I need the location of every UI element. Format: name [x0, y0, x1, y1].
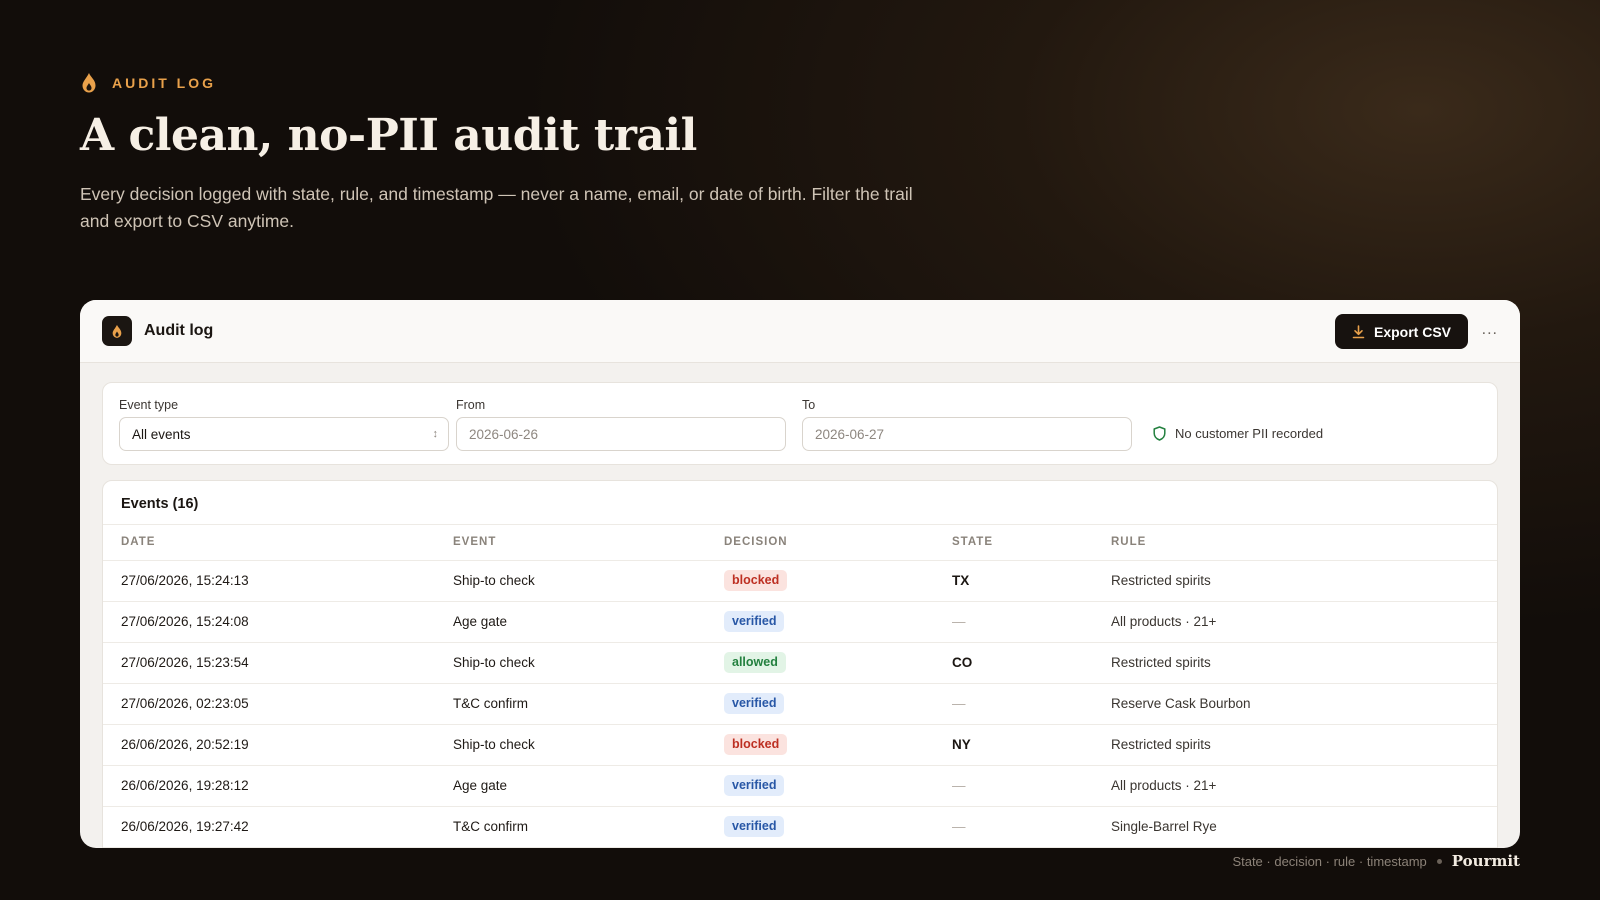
flame-icon: [82, 73, 96, 93]
cell-date: 26/06/2026, 20:52:19: [103, 724, 453, 766]
decision-badge: verified: [724, 611, 785, 632]
table-row[interactable]: 26/06/2026, 20:52:19 Ship-to check block…: [103, 724, 1497, 766]
shield-icon: [1153, 426, 1166, 441]
decision-badge: verified: [724, 693, 785, 714]
cell-rule: Restricted spirits: [1111, 724, 1497, 766]
cell-rule: Restricted spirits: [1111, 642, 1497, 684]
from-label: From: [456, 398, 486, 412]
cell-state: CO: [952, 655, 973, 670]
cell-date: 27/06/2026, 15:24:13: [103, 560, 453, 602]
panel-title: Audit log: [144, 322, 214, 339]
cell-rule: Single-Barrel Rye: [1111, 806, 1497, 848]
more-options-button[interactable]: ...: [1482, 322, 1498, 338]
table-body: 27/06/2026, 15:24:13 Ship-to check block…: [103, 560, 1497, 848]
cell-date: 27/06/2026, 15:24:08: [103, 601, 453, 643]
page-description: Every decision logged with state, rule, …: [80, 184, 913, 231]
filter-bar: Event type All events ↕ From 2026-06-26 …: [102, 382, 1498, 465]
select-arrows-icon: ↕: [432, 428, 439, 440]
events-table-card: Events (16) DATE EVENT DECISION STATE RU…: [102, 480, 1498, 848]
flame-icon: [112, 324, 122, 338]
hero: AUDIT LOG A clean, no-PII audit trail Ev…: [80, 72, 980, 235]
export-csv-label: Export CSV: [1373, 323, 1451, 340]
cell-state: —: [952, 778, 966, 793]
table-row[interactable]: 27/06/2026, 02:23:05 T&C confirm verifie…: [103, 683, 1497, 725]
cell-rule: All products · 21+: [1111, 601, 1497, 643]
footer-separator: [1436, 858, 1442, 864]
column-header-rule: RULE: [1111, 525, 1497, 561]
decision-badge: verified: [724, 775, 785, 796]
cell-event: Ship-to check: [453, 560, 724, 602]
eyebrow: AUDIT LOG: [80, 72, 980, 94]
cell-event: Age gate: [453, 765, 724, 807]
table-row[interactable]: 27/06/2026, 15:23:54 Ship-to check allow…: [103, 642, 1497, 684]
cell-rule: Restricted spirits: [1111, 560, 1497, 602]
decision-badge: allowed: [724, 652, 786, 673]
decision-badge: blocked: [724, 734, 788, 755]
cell-event: Ship-to check: [453, 724, 724, 766]
pii-note: No customer PII recorded: [1153, 426, 1323, 441]
cell-date: 26/06/2026, 19:28:12: [103, 765, 453, 807]
events-table: DATE EVENT DECISION STATE RULE 27/06/202…: [103, 525, 1497, 848]
column-header-state: STATE: [952, 525, 1111, 561]
to-label: To: [802, 398, 816, 412]
export-csv-button[interactable]: Export CSV: [1334, 314, 1468, 349]
panel-header: Audit log Export CSV ...: [80, 300, 1520, 363]
app-logo: [102, 316, 132, 346]
column-header-decision: DECISION: [724, 525, 952, 561]
cell-date: 27/06/2026, 15:23:54: [103, 642, 453, 684]
cell-rule: Reserve Cask Bourbon: [1111, 683, 1497, 725]
cell-event: Ship-to check: [453, 642, 724, 684]
footer-caption: State · decision · rule · timestamp: [1232, 853, 1427, 869]
cell-event: T&C confirm: [453, 806, 724, 848]
table-row[interactable]: 26/06/2026, 19:27:42 T&C confirm verifie…: [103, 806, 1497, 848]
cell-state: TX: [952, 573, 970, 588]
cell-state: —: [952, 819, 966, 834]
footer: State · decision · rule · timestamp Pour…: [1232, 852, 1520, 870]
column-header-date: DATE: [103, 525, 453, 561]
cell-state: —: [952, 614, 966, 629]
pii-note-text: No customer PII recorded: [1175, 426, 1324, 441]
event-type-select[interactable]: All events ↕: [119, 417, 449, 451]
decision-badge: verified: [724, 816, 785, 837]
table-row[interactable]: 27/06/2026, 15:24:13 Ship-to check block…: [103, 560, 1497, 602]
decision-badge: blocked: [724, 570, 788, 591]
audit-log-panel: Audit log Export CSV ... Event type All …: [80, 300, 1520, 848]
cell-rule: All products · 21+: [1111, 765, 1497, 807]
download-icon: [1352, 324, 1365, 338]
eyebrow-label: AUDIT LOG: [112, 75, 216, 91]
page-title: A clean, no-PII audit trail: [80, 110, 697, 161]
cell-event: T&C confirm: [453, 683, 724, 725]
table-row[interactable]: 26/06/2026, 19:28:12 Age gate verified —…: [103, 765, 1497, 807]
from-date-placeholder: 2026-06-26: [469, 426, 539, 442]
cell-state: —: [952, 696, 966, 711]
table-row[interactable]: 27/06/2026, 15:24:08 Age gate verified —…: [103, 601, 1497, 643]
event-type-label: Event type: [119, 398, 179, 412]
cell-date: 26/06/2026, 19:27:42: [103, 806, 453, 848]
cell-date: 27/06/2026, 02:23:05: [103, 683, 453, 725]
table-header-row: DATE EVENT DECISION STATE RULE: [103, 525, 1497, 561]
column-header-event: EVENT: [453, 525, 724, 561]
event-type-value: All events: [132, 426, 191, 442]
cell-state: NY: [952, 737, 971, 752]
brand-logo: Pourmit: [1451, 852, 1520, 870]
events-count-title: Events (16): [103, 481, 1497, 525]
to-date-input[interactable]: 2026-06-27: [802, 417, 1132, 451]
to-date-placeholder: 2026-06-27: [815, 426, 885, 442]
cell-event: Age gate: [453, 601, 724, 643]
from-date-input[interactable]: 2026-06-26: [456, 417, 786, 451]
